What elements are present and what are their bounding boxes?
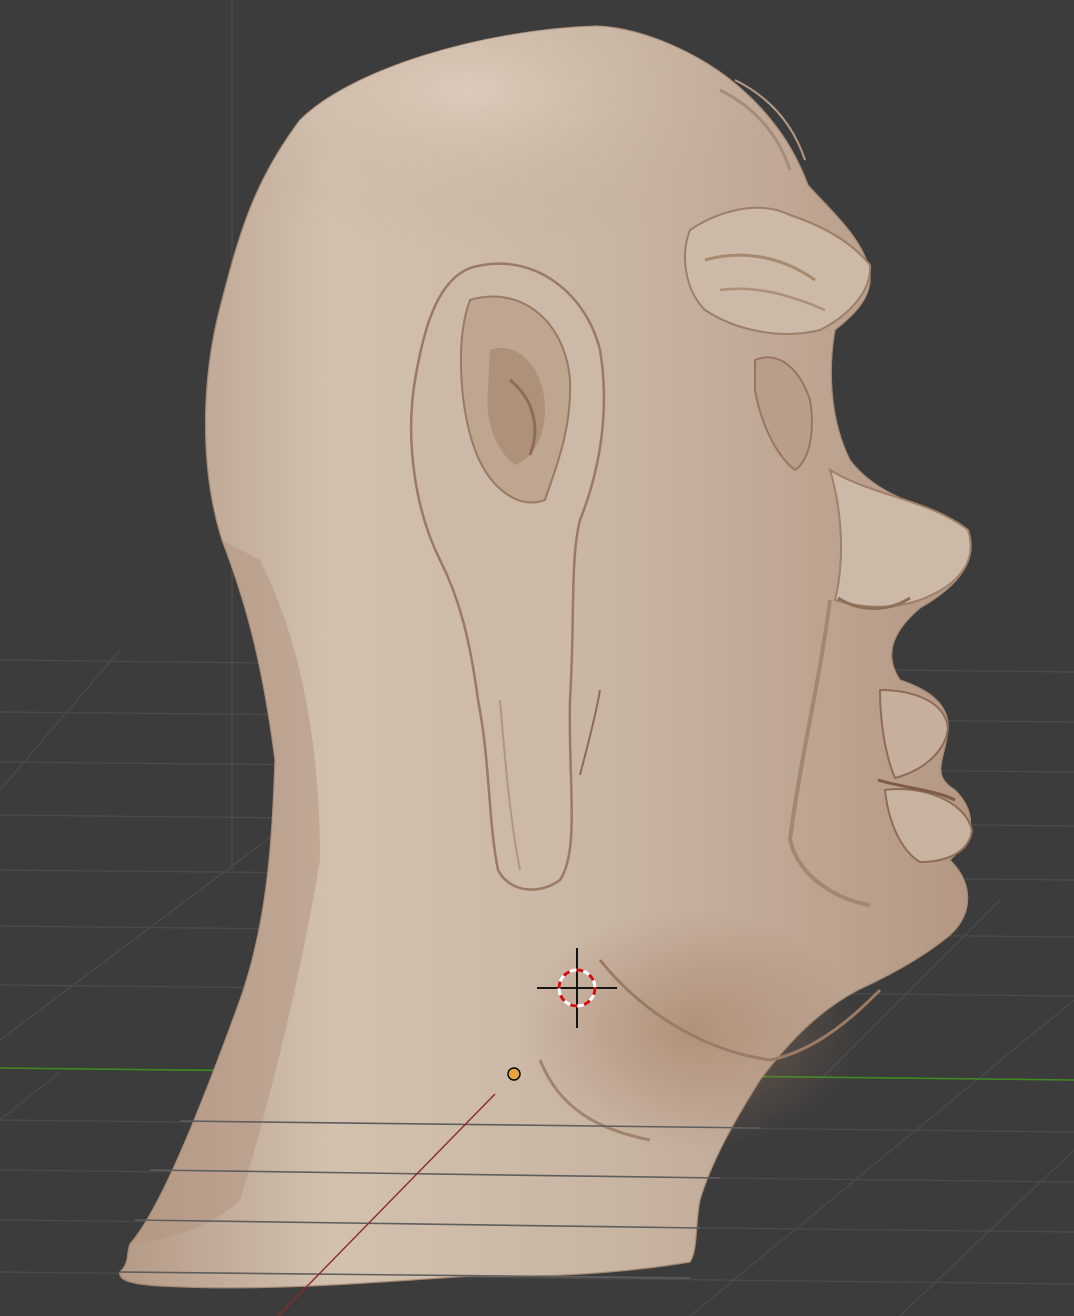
- 3d-viewport[interactable]: [0, 0, 1074, 1316]
- object-origin-icon[interactable]: [507, 1067, 521, 1081]
- viewport-canvas[interactable]: [0, 0, 1074, 1316]
- jaw-shade: [520, 910, 860, 1150]
